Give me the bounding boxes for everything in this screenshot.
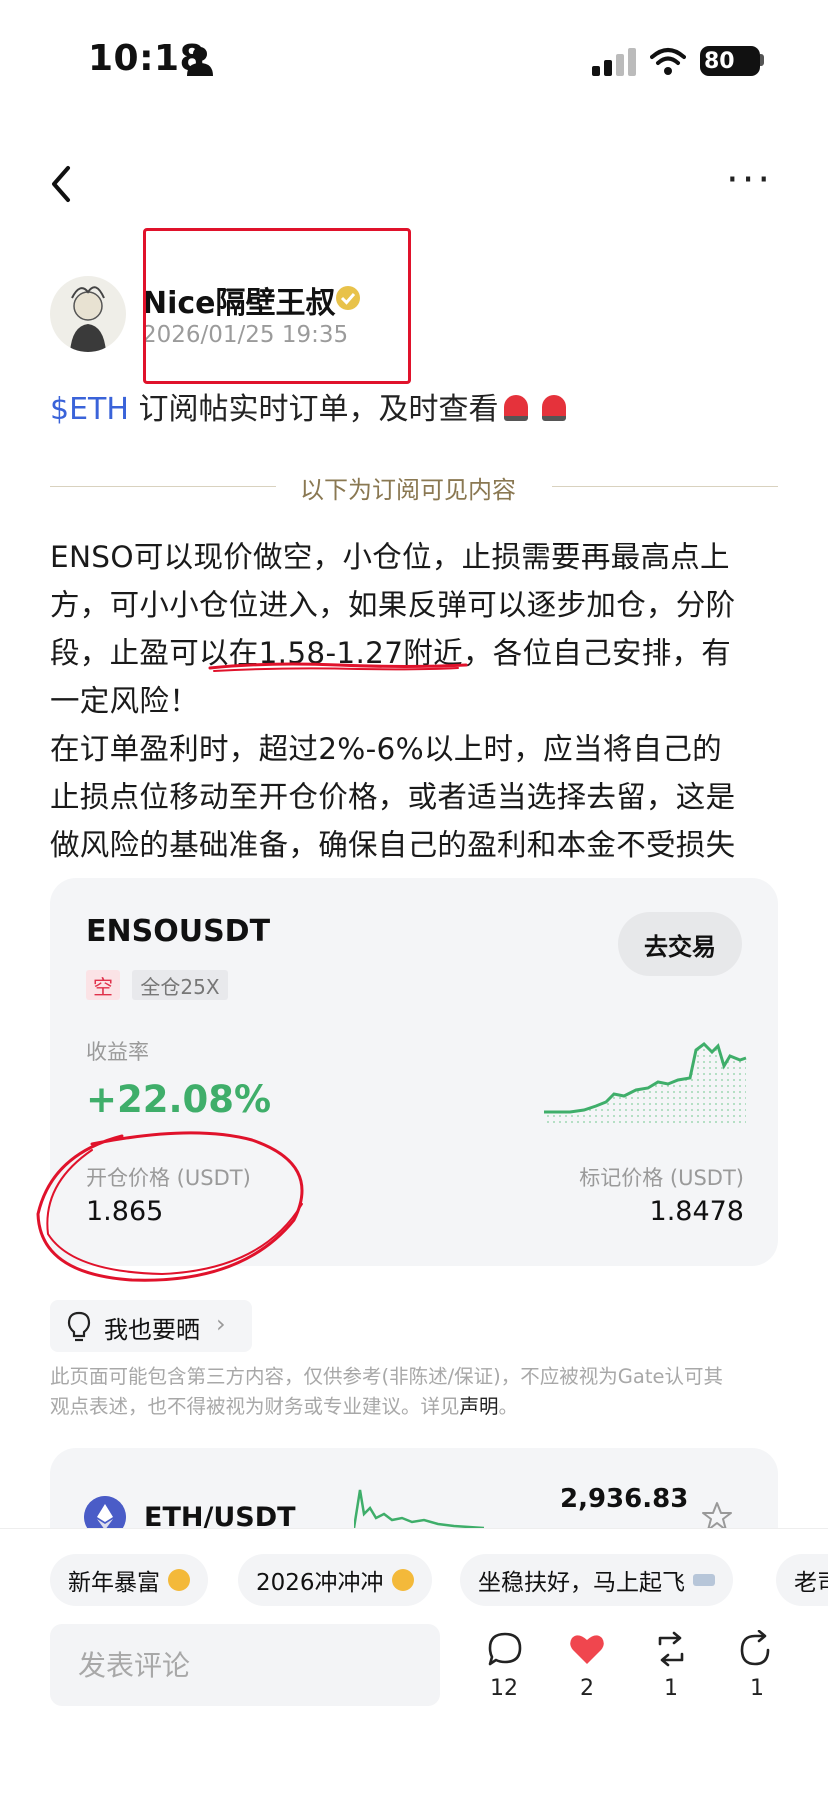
chip-label: 新年暴富 (68, 1570, 160, 1596)
short-side-badge: 空 (86, 970, 120, 1000)
disclaimer-end: 。 (498, 1395, 519, 1418)
trade-pair: ENSOUSDT (86, 914, 271, 949)
divider-line-right (552, 486, 778, 487)
divider-line-left (50, 486, 276, 487)
disclaimer: 此页面可能包含第三方内容，仅供参考(非陈述/保证)，不应被视为Gate认可其 观… (50, 1362, 778, 1422)
share-icon[interactable] (738, 1630, 776, 1668)
quick-reply-chip[interactable]: 新年暴富 (50, 1554, 208, 1606)
mark-price-label: 标记价格 (USDT) (579, 1166, 744, 1190)
disclaimer-line: 观点表述，也不得被视为财务或专业建议。详见声明。 (50, 1392, 778, 1422)
money-face-emoji-icon (168, 1569, 190, 1591)
avatar-illustration (70, 286, 106, 352)
wifi-icon (650, 48, 686, 75)
comment-icon[interactable] (486, 1630, 524, 1668)
roi-label: 收益率 (86, 1040, 149, 1064)
comment-input[interactable] (50, 1624, 440, 1706)
quick-reply-chip[interactable]: 坐稳扶好，马上起飞 (460, 1554, 733, 1606)
red-underline-annotation (208, 662, 468, 672)
repost-icon[interactable] (652, 1630, 690, 1668)
more-options-button[interactable]: ··· (726, 160, 776, 200)
post-body-line: 在订单盈利时，超过2%-6%以上时，应当将自己的 (50, 732, 722, 766)
fist-emoji-icon (391, 1569, 414, 1591)
disclaimer-text: 观点表述，也不得被视为财务或专业建议。详见 (50, 1395, 460, 1418)
post-intro-text: 订阅帖实时订单，及时查看 (128, 392, 499, 427)
like-count: 2 (580, 1676, 594, 1701)
siren-emoji-icon (542, 395, 567, 421)
back-button[interactable] (44, 160, 84, 208)
battery-indicator: 80 (700, 46, 760, 76)
battery-level: 80 (704, 48, 735, 74)
post-body-line: 一定风险！ (50, 684, 200, 718)
statement-link[interactable]: 声明 (460, 1395, 499, 1418)
hashtag-link[interactable]: $ETH (50, 392, 129, 427)
person-icon (187, 47, 213, 76)
comment-count: 12 (490, 1676, 518, 1701)
disclaimer-line: 此页面可能包含第三方内容，仅供参考(非陈述/保证)，不应被视为Gate认可其 (50, 1365, 723, 1388)
chip-label: 2026冲冲冲 (256, 1570, 384, 1596)
airplane-emoji-icon (693, 1574, 715, 1586)
post-body-line: ENSO可以现价做空，小仓位，止损需要再最高点上 (50, 540, 730, 574)
quick-reply-chip[interactable]: 2026冲冲冲 (238, 1554, 432, 1606)
pnl-sparkline (544, 1042, 747, 1124)
market-price: 2,936.83 (560, 1484, 689, 1514)
avatar[interactable] (50, 276, 126, 352)
trade-button[interactable]: 去交易 (618, 912, 742, 976)
quick-reply-chip[interactable]: 老司 (776, 1554, 828, 1606)
margin-mode-badge: 全仓25X (132, 970, 228, 1000)
post-body-line: 止损点位移动至开仓价格，或者适当选择去留，这是 (50, 780, 736, 814)
eth-sparkline (354, 1489, 484, 1530)
repost-count: 1 (664, 1676, 678, 1701)
chip-label: 坐稳扶好，马上起飞 (478, 1570, 685, 1596)
chip-label: 老司 (794, 1570, 828, 1596)
subscription-divider-label: 以下为订阅可见内容 (300, 476, 516, 504)
post-intro: $ETH 订阅帖实时订单，及时查看 (50, 384, 567, 428)
chevron-right-icon: › (216, 1310, 226, 1338)
share-count: 1 (750, 1676, 764, 1701)
battery-nub (760, 54, 764, 66)
roi-value: +22.08% (86, 1078, 272, 1121)
post-body-line: 方，可小小仓位进入，如果反弹可以逐步加仓，分阶 (50, 588, 736, 622)
heart-icon[interactable] (568, 1630, 606, 1668)
siren-emoji-icon (504, 395, 529, 421)
lightbulb-icon (67, 1311, 91, 1342)
red-circle-annotation (36, 1131, 304, 1282)
red-highlight-box (143, 228, 411, 384)
post-body-line: 做风险的基础准备，确保自己的盈利和本金不受损失 (50, 828, 736, 862)
signal-icon (592, 48, 636, 76)
mark-price-value: 1.8478 (649, 1196, 744, 1227)
share-label: 我也要晒 (104, 1316, 200, 1344)
